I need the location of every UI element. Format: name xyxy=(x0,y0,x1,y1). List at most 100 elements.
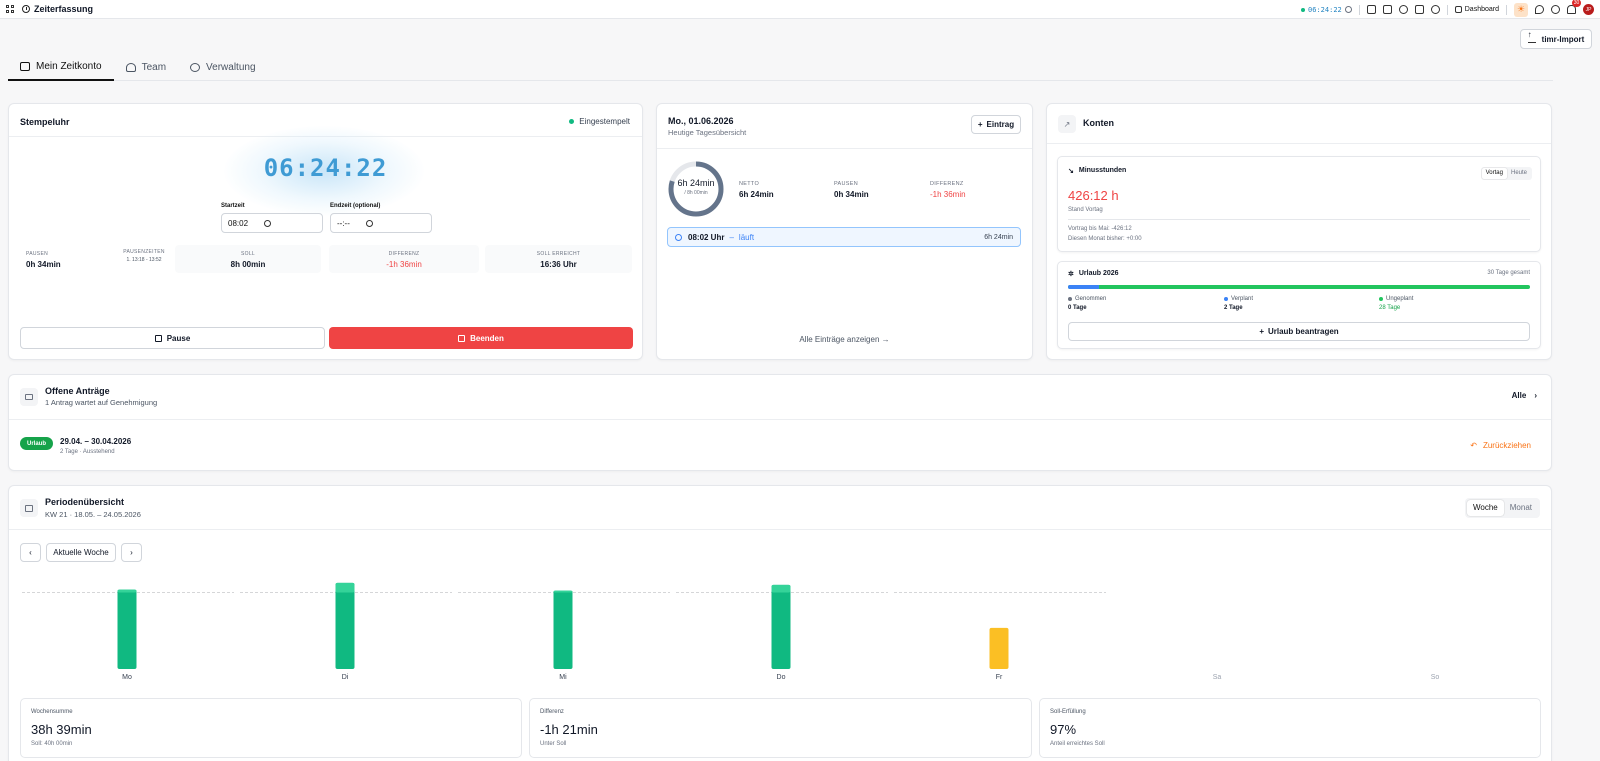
withdraw-button[interactable]: ↶ Zurückziehen xyxy=(1470,441,1531,450)
entry-duration: 6h 24min xyxy=(984,233,1013,241)
all-entries-label: Alle Einträge anzeigen xyxy=(799,335,880,344)
printer-icon[interactable] xyxy=(1382,5,1392,14)
summary-sub: Soll: 40h 00min xyxy=(31,741,73,747)
current-week-button[interactable]: Aktuelle Woche xyxy=(46,543,116,562)
top-bar: Zeiterfassung 06:24:22 Dashboard ☀ 30 JP xyxy=(0,0,1600,19)
stat-differenz: DIFFERENZ -1h 36min xyxy=(930,181,966,199)
moon-icon[interactable] xyxy=(1535,5,1544,14)
bar-fr xyxy=(989,627,1009,669)
toggle-heute[interactable]: Heute xyxy=(1507,168,1531,179)
tick-label: Mo xyxy=(122,674,132,681)
notifications-button[interactable]: 30 xyxy=(1567,0,1581,14)
entry-start: 08:02 Uhr xyxy=(688,232,725,242)
sun-icon[interactable]: ☀ xyxy=(1514,2,1528,17)
chevron-left-icon: ‹ xyxy=(29,548,32,557)
urlaub-progress-bar xyxy=(1068,285,1530,289)
previous-week-button[interactable]: ‹ xyxy=(20,543,41,562)
calendar-icon xyxy=(20,499,38,517)
end-button[interactable]: Beenden xyxy=(329,327,633,349)
timr-import-button[interactable]: timr-Import xyxy=(1520,29,1592,49)
summary-sub: Anteil erreichtes Soll xyxy=(1050,741,1105,747)
shield-icon[interactable] xyxy=(1430,5,1440,14)
konten-card: ↗ Konten ↘ Minusstunden Vortag Heute 426… xyxy=(1046,103,1552,360)
avatar[interactable]: JP xyxy=(1583,4,1594,15)
stat-label: PAUSEN xyxy=(834,181,859,187)
undo-icon: ↶ xyxy=(1470,441,1477,450)
urlaub-genommen: Genommen 0 Tage xyxy=(1068,296,1106,311)
add-entry-button[interactable]: + Eintrag xyxy=(971,115,1021,134)
stat-pausen: PAUSEN 0h 34min xyxy=(834,181,869,199)
tick-label: Do xyxy=(777,674,786,681)
app-title-text: Zeiterfassung xyxy=(34,4,94,14)
legend-dot xyxy=(1379,297,1383,301)
request-dates: 29.04. – 30.04.2026 xyxy=(60,437,132,446)
coffee-icon xyxy=(154,334,162,342)
legend-item: Ungeplant xyxy=(1379,296,1413,302)
running-timer[interactable]: 06:24:22 xyxy=(1301,6,1352,14)
end-time-label: Endzeit (optional) xyxy=(330,203,381,209)
bar-mi xyxy=(553,590,573,669)
arrow-right-icon: → xyxy=(881,335,890,344)
tick-label: So xyxy=(1431,674,1440,681)
dashboard-button[interactable]: Dashboard xyxy=(1454,6,1499,13)
summary-value: -1h 21min xyxy=(540,722,598,737)
bar-di xyxy=(335,582,355,669)
toggle-vortag[interactable]: Vortag xyxy=(1481,168,1507,179)
status-text: Eingestempelt xyxy=(579,117,630,126)
summary-label: Soll-Erfüllung xyxy=(1050,709,1086,715)
toggle-monat[interactable]: Monat xyxy=(1504,500,1538,516)
tick-label: Mi xyxy=(559,674,567,681)
all-requests-label: Alle xyxy=(1511,391,1527,400)
urlaub-total: 30 Tage gesamt xyxy=(1487,270,1530,276)
search-icon[interactable] xyxy=(1551,5,1560,14)
offene-antraege-card: Offene Anträge 1 Antrag wartet auf Geneh… xyxy=(8,374,1552,471)
end-time-input[interactable]: --:-- xyxy=(330,213,432,233)
next-week-button[interactable]: › xyxy=(121,543,142,562)
end-label: Beenden xyxy=(470,333,504,343)
notification-badge: 30 xyxy=(1572,0,1581,7)
inbox-icon xyxy=(20,388,38,406)
tick-label: Sa xyxy=(1213,674,1222,681)
status-dot xyxy=(569,119,575,124)
tab-mein-zeitkonto[interactable]: Mein Zeitkonto xyxy=(8,53,114,81)
start-time-input[interactable]: 08:02 xyxy=(221,213,323,233)
minusstunden-label: Minusstunden xyxy=(1078,167,1127,174)
gear-icon xyxy=(190,62,201,72)
stat-label: SOLL xyxy=(241,251,255,257)
running-timer-text: 06:24:22 xyxy=(1308,5,1342,14)
card-title: Periodenübersicht xyxy=(45,497,125,507)
card-title: Stempeluhr xyxy=(20,117,70,127)
tab-team[interactable]: Team xyxy=(114,53,178,81)
stat-soll: SOLL 8h 00min xyxy=(175,245,321,273)
overtime-mi xyxy=(553,590,573,593)
pause-button[interactable]: Pause xyxy=(20,327,325,349)
summary-differenz: Differenz -1h 21min Unter Soll xyxy=(529,698,1032,758)
toggle-woche[interactable]: Woche xyxy=(1467,500,1504,516)
card-subtitle: KW 21 · 18.05. – 24.05.2026 xyxy=(45,510,141,519)
stat-netto: NETTO 6h 24min xyxy=(739,181,774,199)
urlaub-beantragen-label: Urlaub beantragen xyxy=(1267,327,1339,336)
stat-value: -1h 36min xyxy=(930,190,966,199)
tab-verwaltung[interactable]: Verwaltung xyxy=(178,53,267,81)
all-requests-link[interactable]: Alle › xyxy=(1512,391,1537,400)
bar-do xyxy=(771,584,791,669)
summary-label: Differenz xyxy=(540,709,564,715)
summary-label: Wochensumme xyxy=(31,709,73,715)
all-entries-link[interactable]: Alle Einträge anzeigen → xyxy=(657,335,1032,344)
stopwatch-display: 06:24:22 xyxy=(263,154,388,182)
timr-import-label: timr-Import xyxy=(1541,34,1585,44)
top-bar-actions: 06:24:22 Dashboard ☀ 30 JP xyxy=(1301,0,1594,19)
car-icon[interactable] xyxy=(1414,5,1424,14)
period-toggle: Woche Monat xyxy=(1465,498,1540,518)
apps-grid-icon[interactable] xyxy=(6,5,14,13)
urlaub-beantragen-button[interactable]: + Urlaub beantragen xyxy=(1068,322,1530,341)
divider xyxy=(1068,219,1530,220)
trend-down-icon: ↘ xyxy=(1068,168,1074,175)
legend-item: Verplant xyxy=(1224,296,1253,302)
overtime-di xyxy=(335,582,355,593)
ring-main-value: 6h 24min xyxy=(677,178,715,188)
time-entry-row[interactable]: 08:02 Uhr – läuft 6h 24min xyxy=(667,227,1021,247)
chat-icon[interactable] xyxy=(1366,5,1376,14)
periodenuebersicht-card: Periodenübersicht KW 21 · 18.05. – 24.05… xyxy=(8,485,1552,761)
lightbulb-icon[interactable] xyxy=(1398,5,1408,14)
